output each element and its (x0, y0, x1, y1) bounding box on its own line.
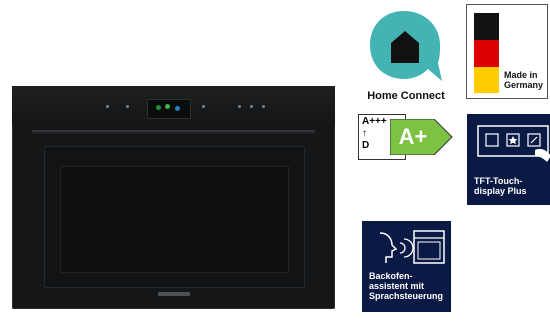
energy-range-bottom: D (362, 140, 370, 151)
oven-brand-logo (158, 292, 190, 296)
home-connect-label: Home Connect (367, 90, 445, 102)
touch-display-icon (477, 125, 550, 162)
oven-window (60, 166, 289, 273)
tft-touch-display-tile: TFT-Touch- display Plus (467, 114, 550, 205)
backofen-assistant-tile: Backofen- assistent mit Sprachsteuerung (362, 221, 451, 312)
oven-product-image (12, 86, 335, 309)
tft-touch-display-label: TFT-Touch- display Plus (474, 176, 527, 196)
energy-range: A+++ ↑ D (362, 116, 387, 152)
backofen-assistant-label: Backofen- assistent mit Sprachsteuerung (369, 271, 444, 301)
oven-control-panel (12, 86, 335, 126)
oven-handle (32, 130, 315, 134)
oven-display (147, 99, 191, 119)
energy-class: A+ (398, 124, 428, 149)
home-icon (370, 11, 442, 81)
energy-range-top: A+++ (362, 116, 387, 127)
made-in-germany-label: Made in Germany (504, 70, 544, 90)
energy-range-arrow: ↑ (362, 128, 367, 139)
germany-flag-icon (474, 13, 499, 93)
voice-oven-icon (379, 230, 445, 264)
